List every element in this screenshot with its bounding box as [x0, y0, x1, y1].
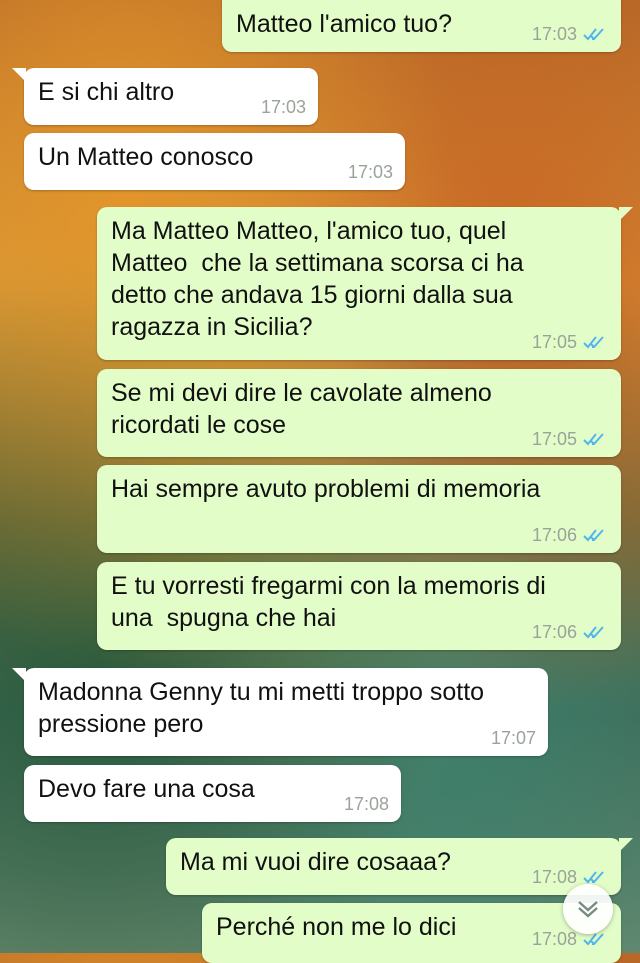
message-time: 17:05 [531, 332, 577, 352]
message-meta: 17:08 [344, 794, 389, 814]
message-meta: 17:03 [532, 24, 609, 44]
message-outgoing[interactable]: Se mi devi dire le cavolate almeno ricor… [97, 369, 621, 457]
double-check-icon [583, 626, 604, 639]
chevron-down-icon [578, 901, 598, 918]
message-outgoing[interactable]: E tu vorresti fregarmi con la memoris di… [97, 562, 621, 650]
double-check-icon [583, 871, 604, 884]
message-outgoing[interactable]: Perché non me lo dici 17:08 [202, 903, 621, 963]
message-text: Un Matteo conosco [38, 143, 254, 171]
message-meta: 17:07 [491, 728, 536, 748]
message-time: 17:07 [490, 728, 536, 748]
message-text: Devo fare una cosa [38, 775, 255, 803]
message-meta: 17:06 [532, 525, 609, 545]
double-check-icon [583, 28, 604, 41]
message-incoming[interactable]: Un Matteo conosco 17:03 [24, 133, 405, 190]
message-incoming[interactable]: Devo fare una cosa 17:08 [24, 765, 401, 822]
message-meta: 17:05 [532, 332, 609, 352]
double-check-icon [583, 336, 604, 349]
message-time: 17:08 [531, 867, 577, 887]
message-incoming[interactable]: E si chi altro 17:03 [12, 68, 318, 125]
message-time: 17:03 [260, 97, 306, 117]
message-meta: 17:06 [532, 622, 609, 642]
message-outgoing[interactable]: Hai sempre avuto problemi di memoria 17:… [97, 465, 621, 553]
message-incoming[interactable]: Madonna Genny tu mi metti troppo sotto p… [12, 668, 548, 756]
message-time: 17:08 [343, 794, 389, 814]
message-text: Madonna Genny tu mi metti troppo sotto p… [38, 678, 485, 738]
double-check-icon [583, 433, 604, 446]
scroll-to-bottom-button[interactable] [563, 884, 613, 934]
message-time: 17:06 [531, 525, 577, 545]
message-text: Hai sempre avuto problemi di memoria [111, 475, 541, 503]
message-time: 17:06 [531, 622, 577, 642]
message-meta: 17:03 [348, 162, 393, 182]
message-time: 17:03 [531, 24, 577, 44]
message-time: 17:03 [347, 162, 393, 182]
message-time: 17:05 [531, 429, 577, 449]
message-text: Ma Matteo Matteo, l'amico tuo, quel Matt… [111, 217, 524, 341]
message-meta: 17:08 [532, 867, 609, 887]
message-meta: 17:03 [261, 97, 306, 117]
message-outgoing[interactable]: Ma Matteo Matteo, l'amico tuo, quel Matt… [97, 207, 633, 360]
double-check-icon [583, 529, 604, 542]
message-outgoing[interactable]: Matteo l'amico tuo? 17:03 [222, 0, 621, 52]
message-time: 17:08 [531, 929, 577, 949]
message-outgoing[interactable]: Ma mi vuoi dire cosaaa? 17:08 [166, 838, 633, 895]
message-meta: 17:05 [532, 429, 609, 449]
